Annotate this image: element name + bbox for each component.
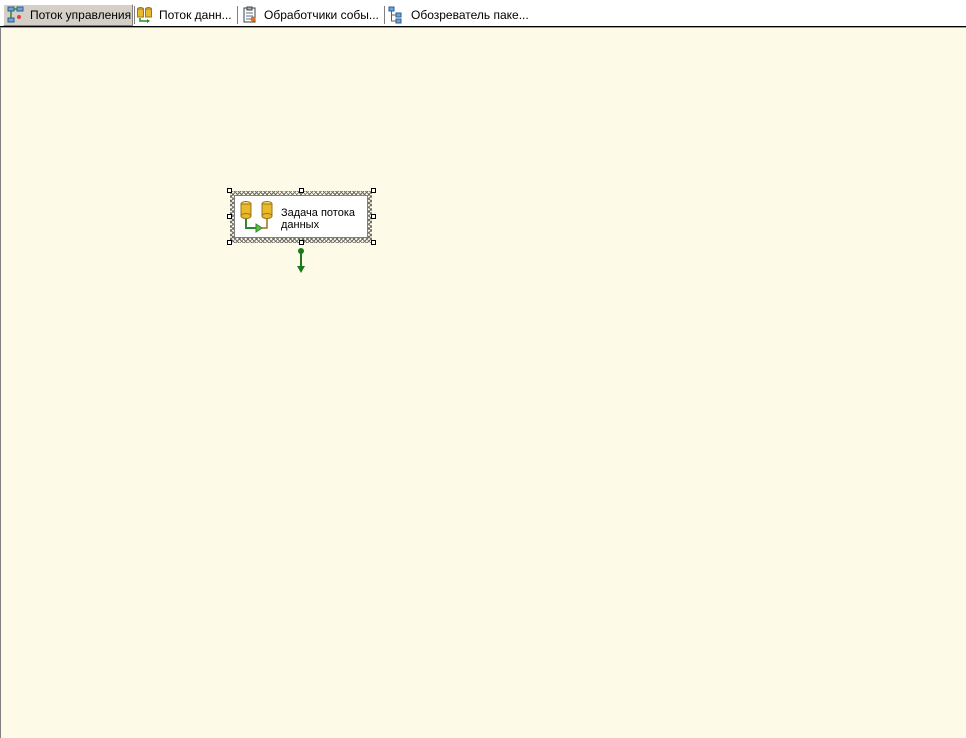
tab-package-explorer[interactable]: Обозреватель паке... (387, 4, 547, 26)
package-explorer-icon (388, 6, 406, 24)
control-flow-icon (7, 6, 25, 24)
resize-handle-bottom-left[interactable] (227, 240, 232, 245)
task-label-line2: данных (281, 219, 320, 231)
resize-handle-left[interactable] (227, 214, 232, 219)
task-body[interactable]: Задача потока данных (234, 195, 368, 238)
resize-handle-top[interactable] (299, 188, 304, 193)
tab-package-explorer-label: Обозреватель паке... (411, 8, 529, 22)
designer-tab-bar: Поток управления Поток данн... Обработчи… (0, 0, 966, 27)
resize-handle-bottom-right[interactable] (371, 240, 376, 245)
data-flow-icon (136, 6, 154, 24)
task-label: Задача потока данных (281, 207, 367, 231)
tab-separator (237, 6, 238, 24)
tab-separator (384, 6, 385, 24)
data-flow-task-icon (239, 200, 275, 234)
tab-data-flow[interactable]: Поток данн... (135, 4, 235, 26)
resize-handle-top-right[interactable] (371, 188, 376, 193)
event-handlers-icon (241, 6, 259, 24)
resize-handle-right[interactable] (371, 214, 376, 219)
data-flow-task[interactable]: Задача потока данных (227, 188, 377, 246)
tab-event-handlers-label: Обработчики собы... (264, 8, 379, 22)
resize-handle-bottom[interactable] (299, 240, 304, 245)
control-flow-design-surface[interactable]: Задача потока данных (0, 27, 966, 738)
task-label-line1: Задача потока (281, 207, 355, 219)
precedence-arrow-icon[interactable] (295, 247, 307, 275)
resize-handle-top-left[interactable] (227, 188, 232, 193)
tab-control-flow-label: Поток управления (30, 8, 132, 22)
tab-data-flow-label: Поток данн... (159, 8, 232, 22)
ssis-designer-window: Поток управления Поток данн... Обработчи… (0, 0, 966, 738)
tab-control-flow[interactable]: Поток управления (3, 4, 133, 26)
tab-event-handlers[interactable]: Обработчики собы... (240, 4, 382, 26)
